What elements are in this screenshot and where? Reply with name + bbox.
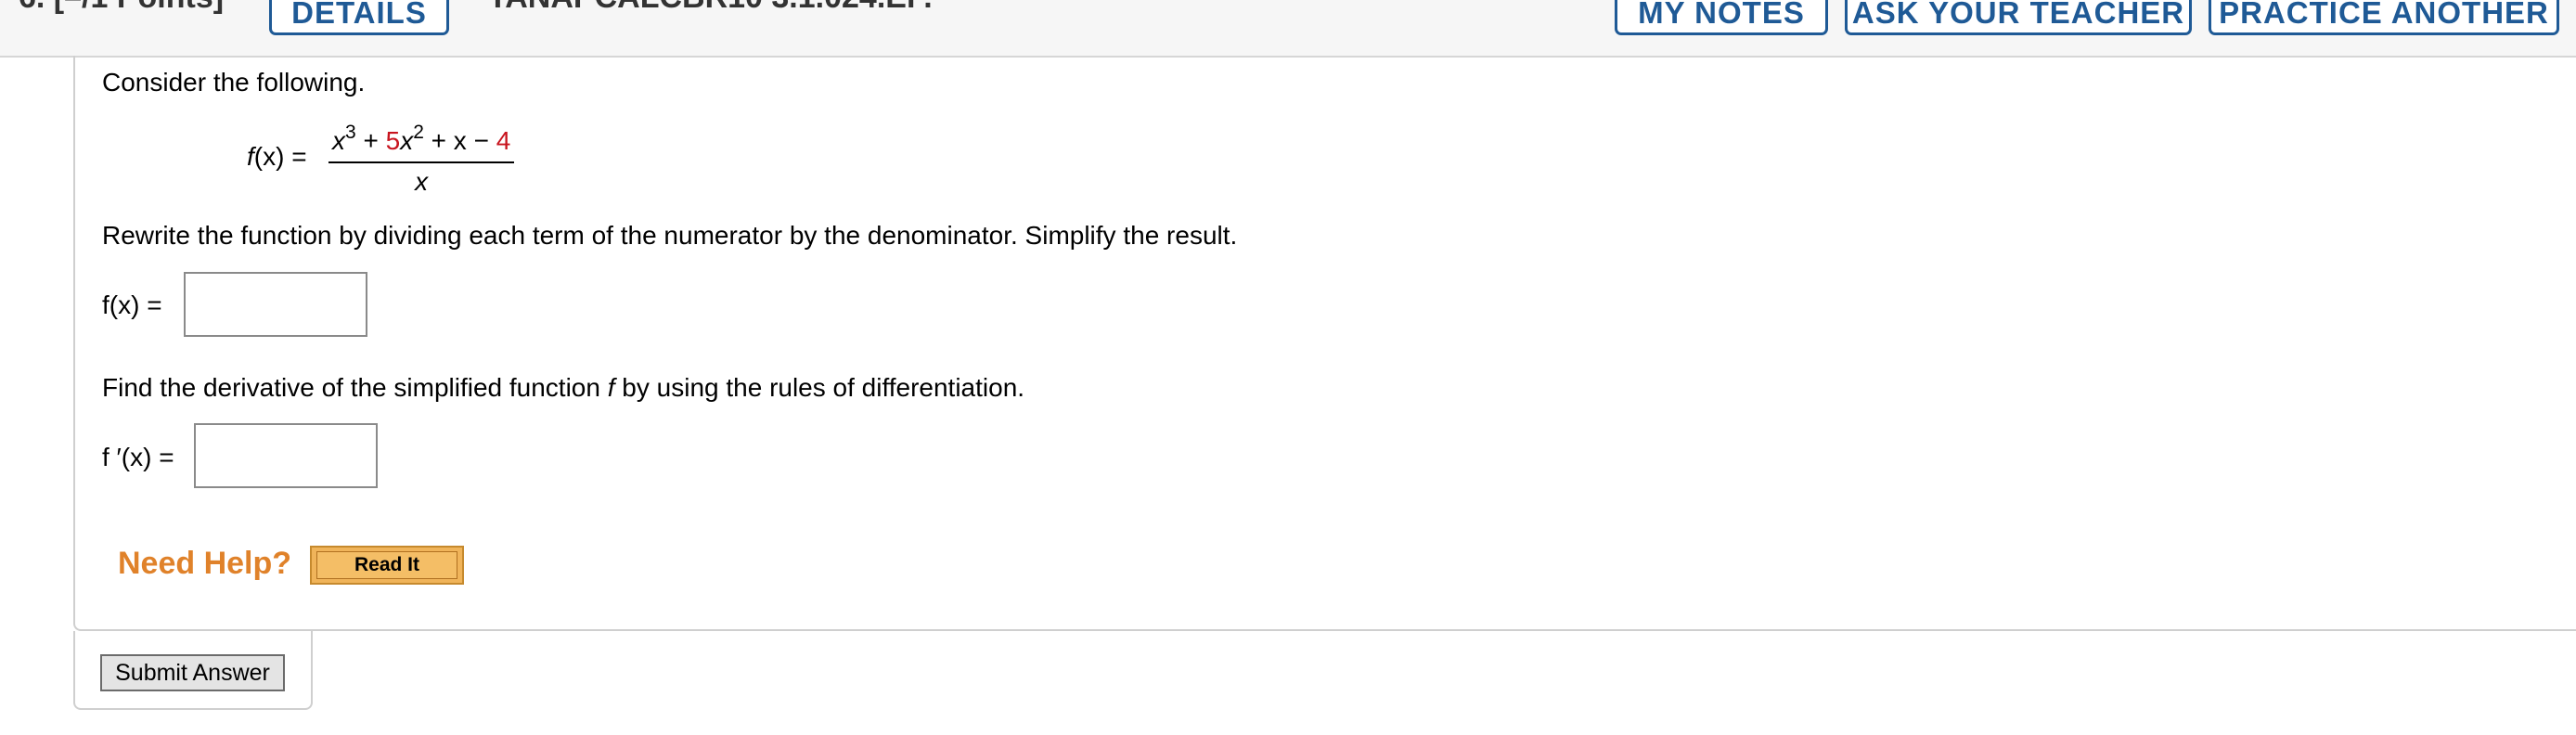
answer1-label: f(x) =	[102, 290, 162, 319]
my-notes-button[interactable]: MY NOTES	[1615, 0, 1828, 35]
ask-your-teacher-button[interactable]: ASK YOUR TEACHER	[1845, 0, 2192, 35]
need-help-label: Need Help?	[118, 546, 292, 581]
fraction-denominator: x	[415, 167, 429, 196]
details-button[interactable]: DETAILS	[269, 0, 449, 35]
question-code: TANAPCALCBR10 3.1.024.EP.	[488, 0, 933, 16]
derivative-answer-input[interactable]	[194, 423, 378, 488]
coefficient-highlight: 5	[385, 126, 401, 155]
question-header: 6. [–/1 Points] DETAILS TANAPCALCBR10 3.…	[0, 0, 2576, 58]
question-intro: Consider the following.	[102, 68, 366, 97]
answer2-label: f ′(x) =	[102, 443, 174, 471]
function-label-rest: (x) =	[253, 142, 307, 171]
submit-answer-button[interactable]: Submit Answer	[100, 654, 285, 691]
function-fraction: x3 + 5x2 + x − 4 x	[328, 122, 515, 197]
divider	[311, 629, 2576, 631]
function-answer-input[interactable]	[184, 272, 367, 337]
fraction-numerator: x3 + 5x2 + x − 4	[328, 122, 515, 163]
practice-another-button[interactable]: PRACTICE ANOTHER	[2209, 0, 2559, 35]
constant-highlight: 4	[496, 126, 511, 155]
read-it-button[interactable]: Read It	[310, 546, 464, 585]
read-it-label: Read It	[316, 551, 457, 579]
function-label: f(x) =	[247, 142, 307, 171]
rewrite-instruction: Rewrite the function by dividing each te…	[102, 221, 1238, 250]
question-points: 6. [–/1 Points]	[19, 0, 224, 16]
derivative-instruction: Find the derivative of the simplified fu…	[102, 373, 1025, 402]
